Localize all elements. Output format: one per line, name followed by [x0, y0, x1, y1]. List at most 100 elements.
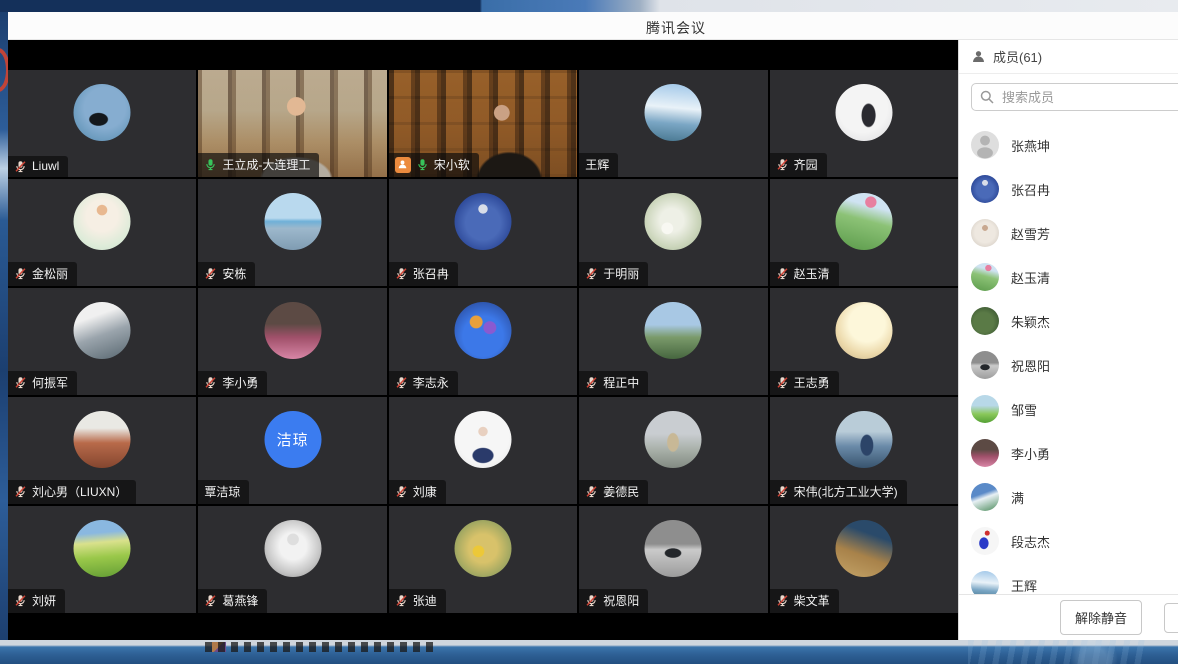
participant-name-badge: 张迪 [389, 589, 446, 613]
host-badge-icon [395, 157, 411, 173]
participant-name-badge: 程正中 [579, 371, 648, 395]
member-name: 满 [1011, 488, 1024, 507]
participant-name: 安栋 [222, 265, 246, 282]
microphone-icon [204, 594, 217, 607]
participant-tile[interactable]: 刘妍 [8, 506, 196, 613]
participant-tile[interactable]: 何振军 [8, 288, 196, 395]
member-name: 祝恩阳 [1011, 356, 1050, 375]
video-grid-area: Liuwl [8, 40, 958, 640]
participant-name-badge: 祝恩阳 [579, 589, 648, 613]
participant-name: 葛燕锋 [222, 592, 258, 609]
member-name: 朱颖杰 [1011, 312, 1050, 331]
participant-name: 李小勇 [222, 374, 258, 391]
members-count-label: 成员(61) [993, 47, 1042, 66]
participant-tile[interactable]: 刘心男（LIUXN） [8, 397, 196, 504]
participant-name-badge: 刘康 [389, 480, 446, 504]
member-search-section [959, 74, 1178, 120]
participant-tile[interactable]: 李小勇 [198, 288, 386, 395]
participant-avatar [74, 411, 131, 468]
participant-name: 姜德民 [603, 483, 639, 500]
participant-tile[interactable]: 程正中 [579, 288, 767, 395]
member-list-item[interactable]: 祝恩阳 [959, 343, 1178, 387]
participant-name-badge: 刘心男（LIUXN） [8, 480, 136, 504]
participant-tile[interactable]: 安栋 [198, 179, 386, 286]
meeting-window: 腾讯会议 [8, 12, 1178, 640]
participant-avatar [645, 84, 702, 141]
participant-tile[interactable]: 宋小软 [389, 70, 577, 177]
participant-tile[interactable]: 李志永 [389, 288, 577, 395]
participant-name-badge: 王辉 [579, 153, 618, 177]
participant-tile[interactable]: 王辉 [579, 70, 767, 177]
participant-tile[interactable]: 宋伟(北方工业大学) [770, 397, 958, 504]
participant-avatar [645, 193, 702, 250]
participant-name-badge: 姜德民 [579, 480, 648, 504]
member-search-input[interactable] [971, 83, 1178, 111]
member-list-item[interactable]: 朱颖杰 [959, 299, 1178, 343]
participant-tile[interactable]: 刘康 [389, 397, 577, 504]
more-action-button-partial[interactable] [1164, 603, 1178, 633]
microphone-icon [14, 376, 27, 389]
participant-name: 张迪 [413, 592, 437, 609]
participant-name: 金松丽 [32, 265, 68, 282]
unmute-button[interactable]: 解除静音 [1060, 600, 1142, 635]
participant-tile[interactable]: 于明丽 [579, 179, 767, 286]
participant-name: 刘妍 [32, 592, 56, 609]
participant-avatar [645, 520, 702, 577]
members-panel-footer: 解除静音 [959, 594, 1178, 640]
microphone-icon [395, 485, 408, 498]
participant-tile[interactable]: 洁琼 [198, 397, 386, 504]
member-list-item[interactable]: 段志杰 [959, 519, 1178, 563]
participant-tile[interactable]: 齐园 [770, 70, 958, 177]
participant-name: 齐园 [794, 156, 818, 173]
participant-name-badge: 王志勇 [770, 371, 839, 395]
participant-avatar [264, 193, 321, 250]
participant-name-badge: 于明丽 [579, 262, 648, 286]
member-list-item[interactable]: 赵雪芳 [959, 211, 1178, 255]
members-panel-header: 成员(61) [959, 40, 1178, 74]
member-list-item[interactable]: 张召冉 [959, 167, 1178, 211]
participant-name: 王辉 [585, 156, 609, 173]
participant-tile[interactable]: 姜德民 [579, 397, 767, 504]
member-name: 李小勇 [1011, 444, 1050, 463]
participant-name: 刘康 [413, 483, 437, 500]
participant-tile[interactable]: 王立成-大连理工 [198, 70, 386, 177]
participant-tile[interactable]: 祝恩阳 [579, 506, 767, 613]
participant-tile[interactable]: 王志勇 [770, 288, 958, 395]
participant-tile[interactable]: 金松丽 [8, 179, 196, 286]
window-titlebar: 腾讯会议 [8, 12, 1178, 40]
participant-name-badge: 何振军 [8, 371, 77, 395]
participant-tile[interactable]: 葛燕锋 [198, 506, 386, 613]
member-list-item[interactable]: 张燕坤 [959, 123, 1178, 167]
members-icon [971, 49, 986, 64]
participant-tile[interactable]: Liuwl [8, 70, 196, 177]
participant-avatar [264, 520, 321, 577]
participant-name-badge: 宋小软 [389, 153, 479, 177]
microphone-icon [395, 267, 408, 280]
participant-avatar [454, 193, 511, 250]
member-list-item[interactable]: 赵玉清 [959, 255, 1178, 299]
microphone-icon [585, 267, 598, 280]
member-list-item[interactable]: 李小勇 [959, 431, 1178, 475]
member-avatar [971, 307, 999, 335]
participant-tile[interactable]: 柴文革 [770, 506, 958, 613]
participant-name: 程正中 [603, 374, 639, 391]
participant-name-badge: 安栋 [198, 262, 255, 286]
participant-tile[interactable]: 张迪 [389, 506, 577, 613]
member-avatar [971, 527, 999, 555]
member-list-item[interactable]: 邹雪 [959, 387, 1178, 431]
microphone-icon [395, 594, 408, 607]
participant-name: 柴文革 [794, 592, 830, 609]
participant-tile[interactable]: 赵玉清 [770, 179, 958, 286]
member-list-item[interactable]: 王辉 [959, 563, 1178, 594]
participant-name-badge: 李小勇 [198, 371, 267, 395]
participant-name-badge: 宋伟(北方工业大学) [770, 480, 907, 504]
member-list-item[interactable]: 满 [959, 475, 1178, 519]
microphone-icon [776, 485, 789, 498]
participant-name-badge: 金松丽 [8, 262, 77, 286]
participant-tile[interactable]: 张召冉 [389, 179, 577, 286]
participant-name: 覃洁琼 [204, 483, 240, 500]
participant-avatar [454, 520, 511, 577]
participant-avatar [264, 302, 321, 359]
member-avatar [971, 351, 999, 379]
member-list: 张燕坤 张召冉 赵雪芳 赵玉清 朱颖杰 [959, 120, 1178, 594]
